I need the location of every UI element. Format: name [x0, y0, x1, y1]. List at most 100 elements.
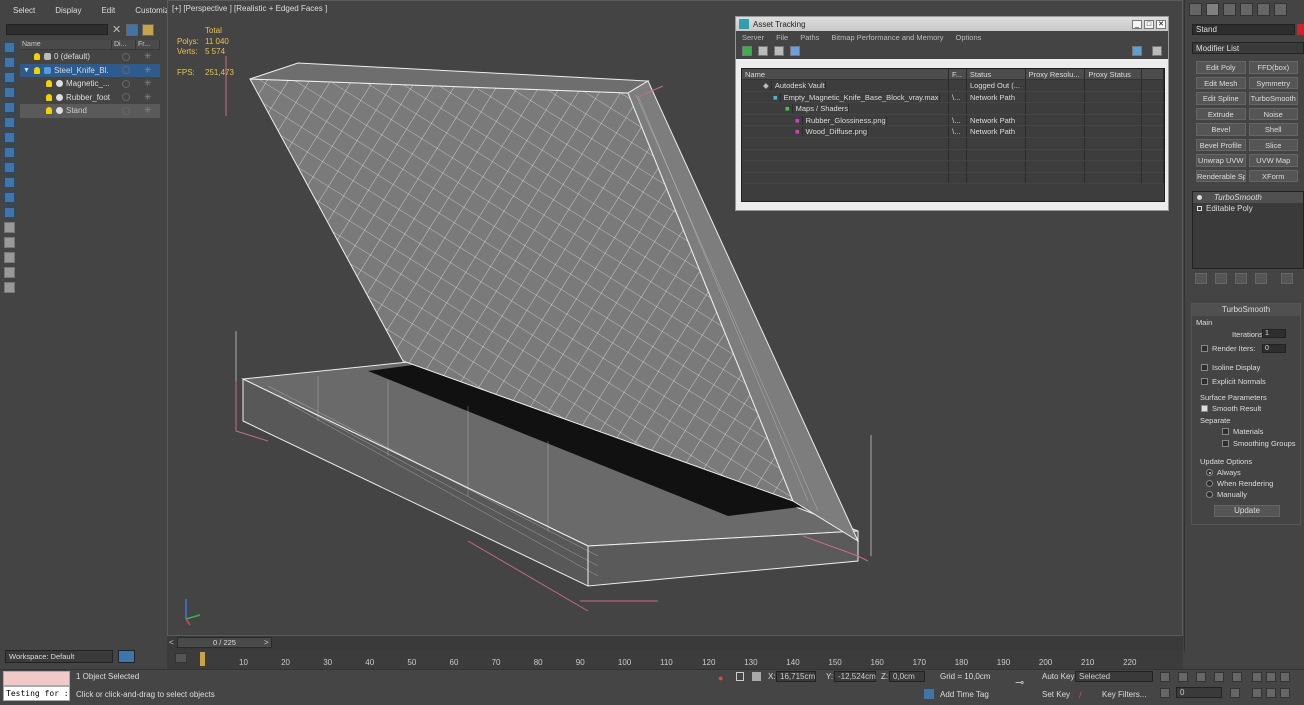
- hierarchy-tab-icon[interactable]: [1223, 3, 1236, 16]
- menu-bitmap-performance[interactable]: Bitmap Performance and Memory: [825, 33, 949, 42]
- clear-search-icon[interactable]: ✕: [112, 23, 121, 36]
- display-all-items-icon[interactable]: [4, 252, 15, 263]
- object-name-field[interactable]: Stand: [1192, 24, 1295, 35]
- display-spacewarps-icon[interactable]: [4, 147, 15, 158]
- table-row[interactable]: ■ Maps / Shaders: [742, 103, 1164, 115]
- table-view-icon[interactable]: [790, 46, 800, 56]
- smoothing-groups-checkbox[interactable]: [1222, 440, 1229, 447]
- add-time-tag-button[interactable]: Add Time Tag: [940, 690, 989, 699]
- edit-mesh-button[interactable]: Edit Mesh: [1196, 76, 1246, 89]
- list-item[interactable]: 0 (default) ✳: [20, 50, 160, 64]
- close-icon[interactable]: ✕: [1156, 19, 1166, 29]
- key-filters-button[interactable]: Key Filters...: [1102, 690, 1146, 699]
- col-name[interactable]: Name: [20, 40, 112, 49]
- light-bulb-icon[interactable]: [34, 53, 40, 61]
- z-coordinate-field[interactable]: 0,0cm: [889, 671, 925, 682]
- maxscript-listener-input[interactable]: Testing for :: [3, 686, 70, 701]
- col-proxy-status[interactable]: Proxy Status: [1085, 69, 1143, 79]
- smooth-result-checkbox[interactable]: [1201, 405, 1208, 412]
- visibility-icon[interactable]: [122, 52, 130, 61]
- time-tag-icon[interactable]: [924, 689, 934, 699]
- when-rendering-radio[interactable]: [1206, 480, 1213, 487]
- list-item[interactable]: Magnetic_... ✳: [20, 77, 160, 91]
- track-bar[interactable]: 10 20 30 40 50 60 70 80 90 100 110 120 130 140 150 160 1…: [167, 650, 1183, 669]
- menu-file[interactable]: File: [770, 33, 794, 42]
- shell-button[interactable]: Shell: [1248, 123, 1298, 136]
- asset-tracking-window[interactable]: Asset Tracking _ □ ✕ Server File Paths B…: [735, 16, 1169, 211]
- key-mode-icon[interactable]: /: [1079, 690, 1082, 700]
- iterations-spinner[interactable]: 1: [1262, 329, 1286, 338]
- prev-frame-button-icon[interactable]: [1178, 672, 1188, 682]
- filter-toggle-icon[interactable]: [4, 267, 15, 278]
- turbosmooth-button[interactable]: TurboSmooth: [1248, 92, 1298, 105]
- settings-icon[interactable]: [1152, 46, 1162, 56]
- stack-item-turbosmooth[interactable]: TurboSmooth: [1193, 192, 1303, 203]
- modify-tab-icon[interactable]: [1206, 3, 1219, 16]
- display-cameras-icon[interactable]: [4, 117, 15, 128]
- materials-checkbox[interactable]: [1222, 428, 1229, 435]
- menu-display[interactable]: Display: [42, 4, 88, 18]
- light-bulb-icon[interactable]: [1197, 195, 1202, 200]
- menu-select[interactable]: Select: [0, 4, 42, 18]
- layer-manager-icon[interactable]: [142, 24, 154, 36]
- freeze-icon[interactable]: ✳: [144, 51, 152, 62]
- time-slider-thumb[interactable]: 0 / 225: [177, 637, 272, 648]
- visibility-icon[interactable]: [122, 93, 130, 102]
- menu-paths[interactable]: Paths: [794, 33, 825, 42]
- workspace-dropdown[interactable]: Workspace: Default: [5, 650, 113, 663]
- bevel-profile-button[interactable]: Bevel Profile: [1196, 138, 1246, 151]
- col-display[interactable]: Di...: [112, 40, 136, 49]
- col-status[interactable]: Status: [967, 69, 1026, 79]
- stack-item-editable-poly[interactable]: Editable Poly: [1193, 203, 1303, 214]
- display-none-icon[interactable]: [4, 42, 15, 53]
- light-bulb-icon[interactable]: [46, 93, 52, 101]
- isoline-checkbox[interactable]: [1201, 364, 1208, 371]
- refresh-icon[interactable]: [742, 46, 752, 56]
- display-hidden-icon[interactable]: [4, 237, 15, 248]
- always-radio[interactable]: [1206, 469, 1213, 476]
- slice-button[interactable]: Slice: [1248, 138, 1298, 151]
- menu-edit[interactable]: Edit: [88, 4, 122, 18]
- rollout-title[interactable]: TurboSmooth: [1192, 304, 1300, 316]
- modifier-list-dropdown[interactable]: Modifier List: [1192, 42, 1304, 54]
- display-shapes-icon[interactable]: [4, 87, 15, 98]
- visibility-icon[interactable]: [122, 66, 130, 75]
- list-item[interactable]: Stand ✳: [20, 104, 160, 118]
- freeze-icon[interactable]: ✳: [144, 92, 152, 103]
- noise-button[interactable]: Noise: [1248, 107, 1298, 120]
- current-frame-field[interactable]: 0: [1176, 687, 1222, 698]
- tree-view-icon[interactable]: [774, 46, 784, 56]
- display-geometry-icon[interactable]: [4, 72, 15, 83]
- freeze-icon[interactable]: ✳: [144, 105, 152, 116]
- key-selection-dropdown[interactable]: Selected: [1075, 671, 1153, 682]
- list-item[interactable]: Rubber_foot ✳: [20, 91, 160, 105]
- x-coordinate-field[interactable]: 16,715cm: [776, 671, 816, 682]
- configure-sets-icon[interactable]: [1281, 273, 1293, 284]
- display-helpers-icon[interactable]: [4, 132, 15, 143]
- orbit-icon[interactable]: [1280, 688, 1290, 698]
- table-row[interactable]: ◆ Autodesk Vault Logged Out (...: [742, 80, 1164, 92]
- col-proxy-resolution[interactable]: Proxy Resolu...: [1026, 69, 1086, 79]
- zoom-all-icon[interactable]: [1266, 672, 1276, 682]
- display-xrefs-icon[interactable]: [4, 177, 15, 188]
- light-bulb-icon[interactable]: [46, 107, 52, 115]
- fov-icon[interactable]: [1252, 688, 1262, 698]
- lock-icon[interactable]: [4, 282, 15, 293]
- col-full-path[interactable]: F...: [949, 69, 967, 79]
- render-iters-checkbox[interactable]: [1201, 345, 1208, 352]
- col-name[interactable]: Name: [742, 69, 949, 79]
- menu-server[interactable]: Server: [736, 33, 770, 42]
- time-slider[interactable]: < 0 / 225 >: [167, 636, 1183, 650]
- ffd-box-button[interactable]: FFD(box): [1248, 61, 1298, 74]
- display-lights-icon[interactable]: [4, 102, 15, 113]
- pan-icon[interactable]: [1266, 688, 1276, 698]
- col-freeze[interactable]: Fr...: [136, 40, 160, 49]
- make-unique-icon[interactable]: [1235, 273, 1247, 284]
- absolute-mode-icon[interactable]: [752, 672, 761, 681]
- mini-curve-editor-icon[interactable]: [175, 653, 187, 663]
- display-all-icon[interactable]: [4, 57, 15, 68]
- minimize-icon[interactable]: _: [1132, 19, 1142, 29]
- explorer-toggle-icon[interactable]: [118, 650, 135, 663]
- y-coordinate-field[interactable]: -12,524cm: [834, 671, 876, 682]
- renderable-spline-button[interactable]: Renderable Spline: [1196, 169, 1246, 182]
